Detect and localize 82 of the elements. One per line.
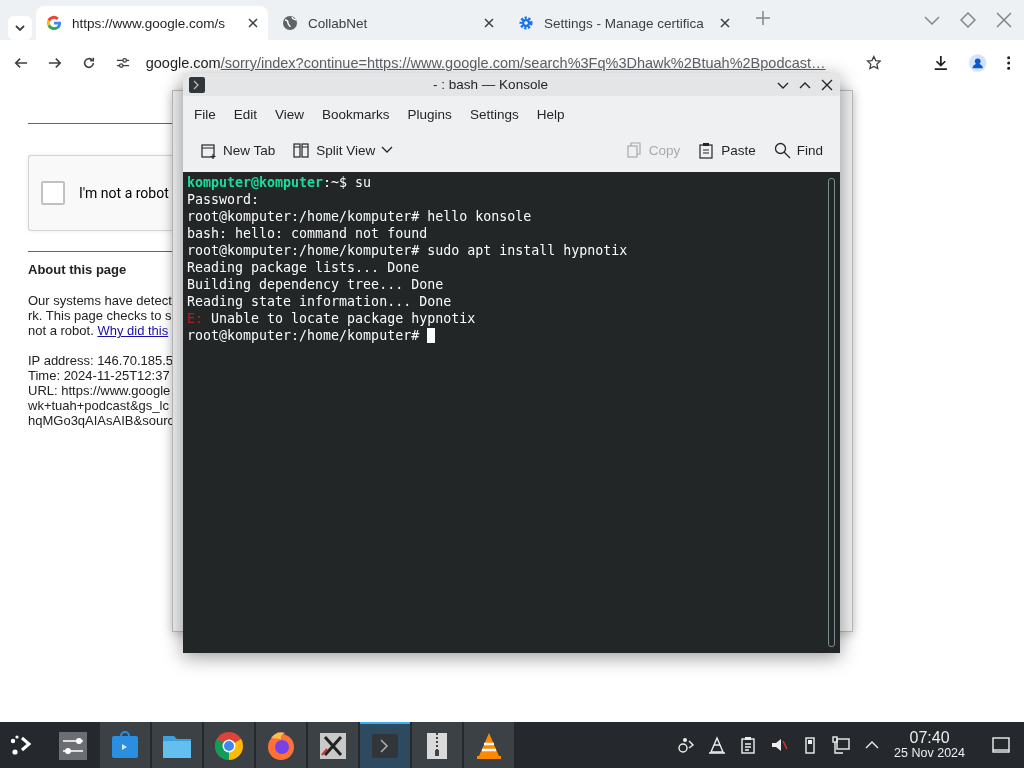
page-text: wk+tuah+podcast&gs_lc <box>28 398 169 413</box>
browser-tab[interactable]: CollabNet <box>272 6 504 40</box>
page-text: not a robot. <box>28 323 94 338</box>
page-text: hqMGo3qAIAsAIB&sourc <box>28 413 174 428</box>
copy-icon <box>625 141 643 159</box>
terminal-line: root@komputer:/home/komputer# sudo apt install hypnotix <box>187 243 628 258</box>
search-icon <box>773 141 791 159</box>
taskbar-button[interactable] <box>308 722 358 768</box>
menu-item[interactable]: View <box>266 106 314 122</box>
paste-icon <box>698 141 716 159</box>
page-text: IP address: 146.70.185.5 <box>28 353 174 368</box>
menu-icon[interactable] <box>1006 55 1010 71</box>
toolbar-button[interactable]: Find <box>764 138 832 162</box>
address-field[interactable]: google.com/sorry/index?continue=https://www.google.com/search%3Fq%3Dhawk%2Btuah%2Bpodcast… <box>145 55 826 71</box>
network-share-icon[interactable] <box>677 736 696 754</box>
scrollbar[interactable] <box>828 178 835 647</box>
chevron-down-icon <box>381 146 394 154</box>
menu-item[interactable]: File <box>185 106 225 122</box>
traffic-cone-icon[interactable] <box>708 736 727 754</box>
section-heading: About this page <box>28 262 128 277</box>
checkbox-label: I'm not a robot <box>79 185 169 201</box>
clock-time: 07:40 <box>909 730 950 746</box>
gear-icon <box>518 15 534 31</box>
taskbar-button[interactable] <box>464 722 514 768</box>
download-icon[interactable] <box>933 54 950 72</box>
terminal[interactable] <box>183 172 840 653</box>
network-icon[interactable] <box>832 736 851 754</box>
browser-tab[interactable]: Settings - Manage certifica <box>508 6 740 40</box>
terminal-icon <box>189 76 205 93</box>
taskbar-button[interactable] <box>412 722 462 768</box>
site-settings-icon[interactable] <box>115 55 130 71</box>
clock-date: 25 Nov 2024 <box>894 746 965 760</box>
dropdown-button[interactable] <box>8 16 32 40</box>
page-text: URL: https://www.google <box>28 383 171 398</box>
toolbar-button[interactable]: New Tab <box>191 138 285 162</box>
menu-item[interactable]: Help <box>527 106 574 122</box>
toolbar-button[interactable]: Split View <box>284 138 403 162</box>
profile-icon[interactable] <box>969 53 987 73</box>
page-text: Our systems have detect <box>28 293 172 308</box>
link[interactable]: Why did this <box>97 323 169 338</box>
new-tab-icon <box>200 141 217 159</box>
clock[interactable]: 07:40 25 Nov 2024 <box>894 730 965 760</box>
close-icon[interactable] <box>484 18 494 28</box>
google-icon <box>46 15 62 31</box>
back-icon[interactable] <box>14 55 28 71</box>
toolbar-button[interactable]: Paste <box>689 138 765 162</box>
clipboard-icon[interactable] <box>739 736 758 754</box>
x-app-icon <box>317 730 349 762</box>
close-icon[interactable] <box>720 18 730 28</box>
checkbox[interactable] <box>41 181 65 205</box>
menu-item[interactable]: Bookmarks <box>313 106 399 122</box>
chrome-icon <box>213 730 245 762</box>
menu-item[interactable]: Settings <box>460 106 528 122</box>
terminal-line: Building dependency tree... Done <box>187 277 444 292</box>
terminal-line: bash: hello: command not found <box>187 226 428 241</box>
diamond-icon[interactable] <box>960 12 976 28</box>
browser-tab[interactable]: https://www.google.com/s <box>36 6 268 40</box>
muted-speaker-icon[interactable] <box>770 736 789 754</box>
sliders-icon <box>57 730 89 762</box>
terminal-line: root@komputer:/home/komputer# hello konsole <box>187 209 532 224</box>
show-desktop-icon[interactable] <box>992 736 1010 754</box>
menu-item[interactable]: Plugins <box>398 106 461 122</box>
menu-item[interactable]: Edit <box>224 106 267 122</box>
close-icon[interactable] <box>248 18 258 28</box>
forward-icon[interactable] <box>47 55 62 71</box>
close-icon[interactable] <box>820 77 834 92</box>
terminal-line: Reading package lists... Done <box>187 260 420 275</box>
globe-icon <box>282 15 298 31</box>
terminal-line: komputer@komputer:~$ su <box>187 175 372 190</box>
taskbar-button[interactable] <box>204 722 254 768</box>
reload-icon[interactable] <box>81 55 96 71</box>
firefox-icon <box>265 730 297 762</box>
terminal-line: Reading state information... Done <box>187 294 452 309</box>
terminal-line: root@komputer:/home/komputer# <box>187 328 420 343</box>
terminal-line: E: Unable to locate package hypnotix <box>187 311 476 326</box>
star-icon[interactable] <box>865 54 882 72</box>
page-text: Time: 2024-11-25T12:37 <box>28 368 170 383</box>
split-view-icon <box>293 141 311 159</box>
window-title: - : bash — Konsole <box>432 77 549 92</box>
page-text: rk. This page checks to s <box>28 308 172 323</box>
text-cursor <box>427 328 436 343</box>
terminal-line: Password: <box>187 192 260 207</box>
